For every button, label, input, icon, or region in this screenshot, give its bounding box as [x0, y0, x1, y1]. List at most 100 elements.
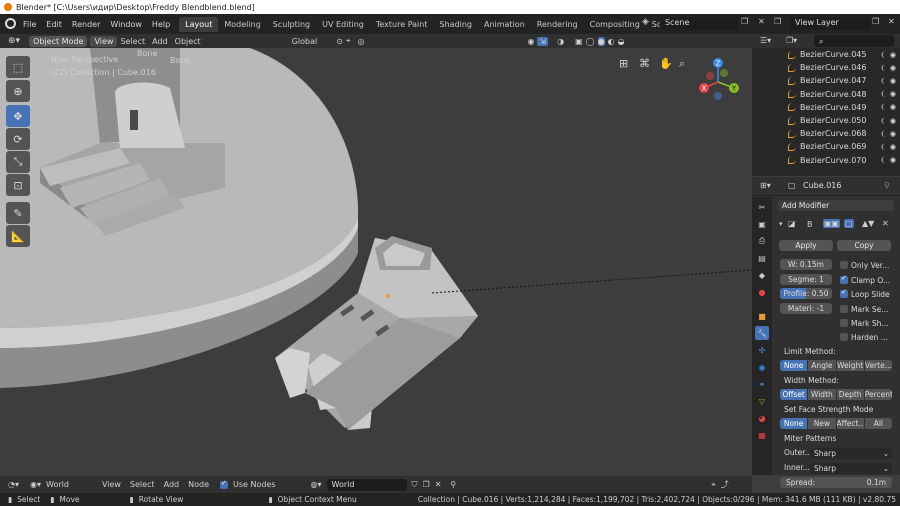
width-field[interactable]: W: 0.15m	[780, 259, 832, 270]
object-tab-icon[interactable]: ■	[755, 309, 769, 323]
menu-help[interactable]: Help	[147, 20, 175, 29]
use-nodes-checkbox[interactable]	[220, 479, 228, 489]
outliner-item[interactable]: BezierCurve.068 ❨ ◉	[752, 127, 900, 140]
snap-toggle-icon[interactable]: ⌖	[711, 480, 716, 490]
constraints-tab-icon[interactable]: ⚭	[755, 377, 769, 391]
spread-field[interactable]: Spread: 0.1m	[780, 477, 892, 488]
tool-tab-icon[interactable]: ✂	[755, 200, 769, 214]
width-percent-option[interactable]: Percent	[864, 389, 892, 400]
only-vertices-checkbox[interactable]: Only Ver...	[840, 259, 898, 271]
remove-scene-icon[interactable]: ✕	[758, 17, 765, 26]
outliner-editor-icon[interactable]: ☰▾	[760, 36, 771, 45]
new-view-layer-icon[interactable]: ❐	[872, 17, 879, 26]
output-tab-icon[interactable]: ⎙	[755, 234, 769, 248]
display-mode-icon[interactable]: ❒▾	[786, 36, 797, 45]
collapse-arrow-icon[interactable]: ▾	[779, 220, 783, 228]
render-tab-icon[interactable]: ▣	[755, 217, 769, 231]
shader-type-selector[interactable]: World	[46, 480, 69, 489]
object-data-icon[interactable]: ❨	[880, 143, 886, 151]
measure-tool[interactable]: 📐	[6, 225, 30, 247]
outliner-item[interactable]: BezierCurve.048 ❨ ◉	[752, 88, 900, 101]
outliner-item[interactable]: BezierCurve.070 ❨ ◉	[752, 154, 900, 167]
menu-file[interactable]: File	[18, 20, 41, 29]
tab-uv-editing[interactable]: UV Editing	[316, 17, 370, 32]
cursor-tool[interactable]: ⊕	[6, 80, 30, 102]
menu-view[interactable]: View	[90, 35, 118, 47]
xray-toggle-icon[interactable]: ▣	[575, 37, 583, 46]
render-toggle-icon[interactable]: ▢	[844, 219, 854, 228]
toggle-grid-icon[interactable]: ⊞	[619, 57, 628, 70]
remove-modifier-icon[interactable]: ✕	[882, 219, 889, 228]
texture-tab-icon[interactable]: ▦	[755, 428, 769, 442]
face-strength-none-option[interactable]: None	[780, 418, 808, 429]
render-shading-icon[interactable]: ◒	[618, 37, 625, 46]
object-data-icon[interactable]: ❨	[880, 130, 886, 138]
solid-shading-icon[interactable]: ●	[597, 36, 605, 46]
edit-mode-toggle-icon[interactable]: ▣▣	[823, 219, 841, 228]
limit-angle-option[interactable]: Angle	[808, 360, 836, 371]
loop-slide-checkbox[interactable]: Loop Slide	[840, 288, 898, 300]
proportional-edit-icon[interactable]: ◎	[357, 37, 364, 46]
outliner-search-input[interactable]: ⌕	[814, 35, 894, 47]
tab-sculpting[interactable]: Sculpting	[267, 17, 316, 32]
node-editor-type-icon[interactable]: ◔▾	[8, 480, 19, 489]
eye-icon[interactable]: ◉	[890, 130, 896, 138]
move-up-icon[interactable]: ▲▼	[862, 219, 874, 228]
eye-icon[interactable]: ◉	[890, 117, 896, 125]
menu-select[interactable]: Select	[120, 37, 145, 46]
zoom-view-icon[interactable]: ⌕	[679, 57, 685, 71]
face-strength-new-option[interactable]: New	[808, 418, 836, 429]
eye-icon[interactable]: ◉	[890, 90, 896, 98]
pin-icon[interactable]: ⚲	[884, 181, 890, 190]
snap-icon[interactable]: ⌖	[346, 36, 351, 46]
viewport-3d[interactable]: User Perspective (22) Collection | Cube.…	[0, 48, 752, 476]
data-tab-icon[interactable]: ▽	[755, 394, 769, 408]
outliner-item[interactable]: BezierCurve.050 ❨ ◉	[752, 114, 900, 127]
eye-icon[interactable]: ◉	[890, 143, 896, 151]
gizmo-toggle-icon[interactable]: ⇲	[537, 36, 549, 46]
outliner-item[interactable]: BezierCurve.049 ❨ ◉	[752, 101, 900, 114]
world-icon[interactable]: ◍▾	[311, 480, 322, 489]
apply-button[interactable]: Apply	[779, 240, 833, 251]
eye-icon[interactable]: ◉	[890, 64, 896, 72]
scene-selector[interactable]: Scene	[660, 17, 738, 30]
object-data-icon[interactable]: ❨	[880, 77, 886, 85]
select-box-tool[interactable]: ⬚	[6, 56, 30, 78]
material-shading-icon[interactable]: ◐	[608, 37, 615, 46]
overlay-toggle-icon[interactable]: ◑	[557, 37, 564, 46]
transform-tool[interactable]: ⊡	[6, 174, 30, 196]
world-selector[interactable]: World	[326, 478, 407, 491]
limit-weight-option[interactable]: Weight	[836, 360, 864, 371]
tab-layout[interactable]: Layout	[179, 16, 219, 32]
harden-normals-checkbox[interactable]: Harden ...	[840, 331, 898, 343]
axis-gizmo[interactable]: Z Y X	[696, 56, 742, 102]
parent-node-icon[interactable]: ⤴	[721, 479, 729, 490]
visibility-icon[interactable]: ◉	[527, 37, 534, 46]
mark-sharp-checkbox[interactable]: Mark Sh...	[840, 317, 898, 329]
material-index-field[interactable]: Materi: -1	[780, 303, 832, 314]
node-menu-add[interactable]: Add	[164, 480, 180, 489]
width-offset-option[interactable]: Offset	[780, 389, 808, 400]
remove-view-layer-icon[interactable]: ✕	[888, 17, 895, 26]
menu-render[interactable]: Render	[67, 20, 105, 29]
scale-tool[interactable]: ⤡	[6, 151, 30, 173]
scene-icon[interactable]: ◈	[642, 17, 649, 27]
mark-seam-checkbox[interactable]: Mark Se...	[840, 303, 898, 315]
node-menu-node[interactable]: Node	[188, 480, 209, 489]
physics-tab-icon[interactable]: ◉	[755, 360, 769, 374]
rotate-tool[interactable]: ⟳	[6, 128, 30, 150]
node-menu-select[interactable]: Select	[130, 480, 155, 489]
tab-rendering[interactable]: Rendering	[531, 17, 584, 32]
outliner-item[interactable]: BezierCurve.069 ❨ ◉	[752, 140, 900, 153]
move-tool[interactable]: ✥	[6, 105, 30, 127]
face-strength-affected-option[interactable]: Affect...	[836, 418, 864, 429]
limit-none-option[interactable]: None	[780, 360, 808, 371]
camera-view-icon[interactable]: ⌘	[639, 57, 650, 70]
new-scene-icon[interactable]: ❐	[741, 17, 748, 26]
limit-vertex-group-option[interactable]: Verte...	[864, 360, 892, 371]
outliner-item[interactable]: BezierCurve.047 ❨ ◉	[752, 74, 900, 87]
annotate-tool[interactable]: ✎	[6, 202, 30, 224]
object-data-icon[interactable]: ❨	[880, 117, 886, 125]
tab-animation[interactable]: Animation	[478, 17, 531, 32]
view-layer-selector[interactable]: View Layer	[790, 17, 870, 30]
